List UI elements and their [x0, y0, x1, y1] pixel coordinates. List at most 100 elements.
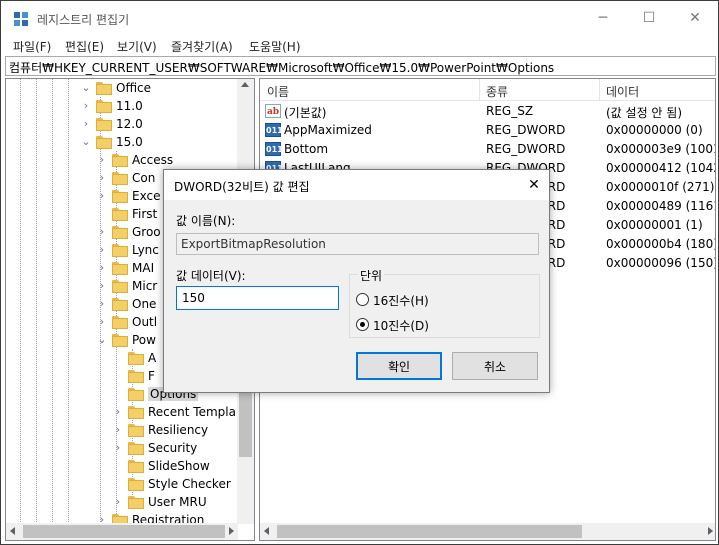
value-data-input[interactable]: 150 — [176, 286, 339, 310]
tree-item-label[interactable]: A — [148, 351, 156, 365]
chevron-right-icon[interactable]: › — [112, 421, 124, 439]
value-data-cell: 0x0000010f (271) — [606, 180, 715, 194]
chevron-right-icon[interactable]: › — [112, 493, 124, 511]
tree-item[interactable]: ⌄ 15.0 — [6, 133, 238, 151]
scroll-right-arrow-icon[interactable] — [708, 527, 713, 535]
decimal-radio[interactable] — [356, 318, 369, 331]
cancel-button[interactable]: 취소 — [452, 352, 538, 380]
folder-icon — [112, 208, 128, 221]
menu-bar: 파일(F) 편집(E) 보기(V) 즐겨찾기(A) 도움말(H) — [1, 35, 718, 55]
scroll-left-arrow-icon[interactable] — [10, 527, 15, 535]
column-header-data[interactable]: 데이터 — [606, 83, 639, 100]
menu-favorites[interactable]: 즐겨찾기(A) — [171, 38, 233, 55]
tree-item[interactable]: › Recent Templa — [6, 403, 238, 421]
column-header-name[interactable]: 이름 — [267, 83, 289, 100]
address-bar[interactable]: 컴퓨터₩HKEY_CURRENT_USER₩SOFTWARE₩Microsoft… — [5, 56, 716, 76]
tree-item[interactable]: › Access — [6, 151, 238, 169]
chevron-down-icon[interactable]: ⌄ — [80, 133, 92, 151]
hex-radio-label[interactable]: 16진수(H) — [373, 292, 429, 309]
tree-item-label[interactable]: F — [148, 369, 155, 383]
chevron-right-icon[interactable]: › — [112, 403, 124, 421]
menu-file[interactable]: 파일(F) — [13, 38, 51, 55]
chevron-right-icon[interactable]: › — [80, 115, 92, 133]
tree-item-label[interactable]: 15.0 — [116, 135, 143, 149]
tree-item[interactable]: › Resiliency — [6, 421, 238, 439]
tree-item-label[interactable]: 12.0 — [116, 117, 143, 131]
tree-item[interactable]: Style Checker — [6, 475, 238, 493]
chevron-right-icon[interactable]: › — [96, 223, 108, 241]
scroll-up-arrow-icon[interactable] — [241, 82, 249, 87]
column-divider[interactable] — [599, 79, 600, 101]
menu-view[interactable]: 보기(V) — [117, 38, 157, 55]
value-row[interactable]: 011 Bottom REG_DWORD 0x000003e9 (1001) — [260, 140, 716, 159]
tree-item-label[interactable]: Security — [148, 441, 197, 455]
tree-item-label[interactable]: Resiliency — [148, 423, 208, 437]
chevron-right-icon[interactable]: › — [96, 277, 108, 295]
tree-item-label[interactable]: 11.0 — [116, 99, 143, 113]
tree-item-label[interactable]: Pow — [132, 333, 156, 347]
tree-item-label[interactable]: Lync — [132, 243, 159, 257]
value-data-cell: 0x000000b4 (180) — [606, 237, 716, 251]
chevron-right-icon[interactable]: › — [96, 241, 108, 259]
tree-item[interactable]: › 11.0 — [6, 97, 238, 115]
hex-radio[interactable] — [356, 293, 369, 306]
folder-icon — [128, 442, 144, 455]
folder-icon — [128, 424, 144, 437]
menu-help[interactable]: 도움말(H) — [249, 38, 301, 55]
tree-item[interactable]: SlideShow — [6, 457, 238, 475]
ok-button[interactable]: 확인 — [356, 352, 442, 380]
menu-edit[interactable]: 편집(E) — [65, 38, 104, 55]
tree-item-label[interactable]: Con — [132, 171, 155, 185]
tree-item[interactable]: › Security — [6, 439, 238, 457]
scroll-right-arrow-icon[interactable] — [229, 527, 234, 535]
folder-icon — [128, 406, 144, 419]
chevron-right-icon[interactable]: › — [96, 295, 108, 313]
tree-item[interactable]: ⌄ Office — [6, 79, 238, 97]
tree-item-label[interactable]: Micr — [132, 279, 157, 293]
value-data-cell: (값 설정 안 됨) — [606, 106, 683, 120]
tree-item-label[interactable]: Access — [132, 153, 173, 167]
close-button[interactable]: ✕ — [672, 1, 718, 35]
tree-item-label[interactable]: Groo — [132, 225, 161, 239]
chevron-right-icon[interactable]: › — [80, 97, 92, 115]
tree-item[interactable]: › User MRU — [6, 493, 238, 511]
dialog-close-button[interactable]: ✕ — [519, 170, 549, 200]
tree-item-label[interactable]: One — [132, 297, 156, 311]
chevron-right-icon[interactable]: › — [96, 151, 108, 169]
scroll-thumb[interactable] — [23, 525, 225, 538]
tree-item-label[interactable]: MAI — [132, 261, 154, 275]
tree-item-label[interactable]: User MRU — [148, 495, 207, 509]
chevron-down-icon[interactable]: ⌄ — [96, 331, 108, 349]
tree-item[interactable]: › 12.0 — [6, 115, 238, 133]
dword-value-icon: 011 — [265, 123, 283, 137]
minimize-button[interactable]: ─ — [580, 1, 626, 35]
chevron-right-icon[interactable]: › — [96, 169, 108, 187]
folder-icon — [112, 262, 128, 275]
tree-item-label[interactable]: First — [132, 207, 157, 221]
value-row[interactable]: 011 AppMaximized REG_DWORD 0x00000000 (0) — [260, 121, 715, 140]
scroll-thumb[interactable] — [277, 525, 582, 538]
chevron-right-icon[interactable]: › — [96, 187, 108, 205]
column-divider[interactable] — [479, 79, 480, 101]
folder-icon — [112, 316, 128, 329]
decimal-radio-label[interactable]: 10진수(D) — [373, 317, 429, 334]
tree-horizontal-scrollbar[interactable] — [6, 523, 238, 540]
chevron-down-icon[interactable]: ⌄ — [80, 79, 92, 97]
chevron-right-icon[interactable]: › — [96, 259, 108, 277]
chevron-right-icon[interactable]: › — [96, 313, 108, 331]
base-group-title: 단위 — [358, 267, 385, 284]
column-header-type[interactable]: 종류 — [486, 83, 508, 100]
tree-item-label[interactable]: Exce — [132, 189, 160, 203]
value-row[interactable]: ab (기본값) REG_SZ (값 설정 안 됨) — [260, 102, 715, 121]
list-horizontal-scrollbar[interactable] — [260, 523, 715, 540]
tree-item-label[interactable]: SlideShow — [148, 459, 210, 473]
chevron-right-icon[interactable]: › — [112, 439, 124, 457]
tree-item-label[interactable]: Recent Templa — [148, 405, 236, 419]
tree-item-label[interactable]: Outl — [132, 315, 157, 329]
tree-item-label[interactable]: Office — [116, 81, 151, 95]
scroll-left-arrow-icon[interactable] — [264, 527, 269, 535]
maximize-button[interactable]: ☐ — [626, 1, 672, 35]
title-bar: 레지스트리 편집기 ─ ☐ ✕ — [1, 1, 718, 35]
tree-item-label[interactable]: Style Checker — [148, 477, 231, 491]
value-data-cell: 0x000003e9 (1001) — [606, 142, 716, 156]
